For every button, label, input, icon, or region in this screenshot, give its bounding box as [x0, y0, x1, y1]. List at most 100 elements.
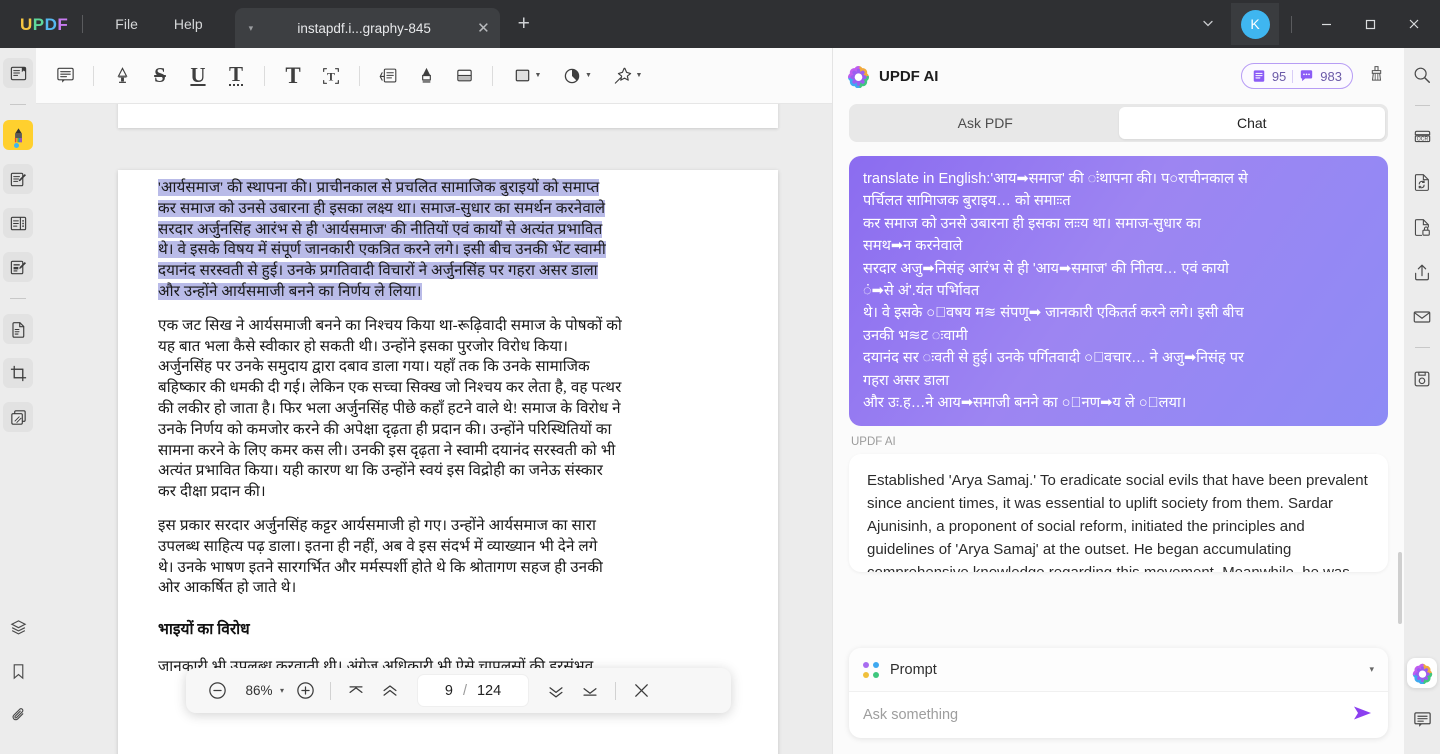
squiggly-underline-icon[interactable]: T: [217, 58, 255, 94]
new-tab-button[interactable]: +: [518, 12, 530, 36]
title-bar: UPDF File Help ▾ instapdf.i...graphy-845…: [0, 0, 1440, 48]
send-message-button[interactable]: [1342, 704, 1374, 727]
rail-divider-2: [10, 298, 26, 299]
tab-chat[interactable]: Chat: [1118, 107, 1385, 139]
zoom-dropdown-caret-icon[interactable]: ▾: [280, 686, 284, 695]
shape-dropdown-caret-icon[interactable]: ▼: [535, 72, 542, 79]
convert-file-icon[interactable]: [1407, 167, 1437, 197]
user-message-line: सरदार अजु➡निसंह आरंभ से ही 'आय➡समाज' की …: [863, 260, 1229, 277]
stamp-color-icon[interactable]: ▼: [552, 58, 602, 94]
pdf-paragraph-1[interactable]: 'आर्यसमाज' की स्थापना की। प्राचीनकाल से …: [158, 178, 742, 303]
sticky-note-icon[interactable]: [46, 58, 84, 94]
prompt-selector[interactable]: Prompt ▾: [849, 648, 1388, 692]
underline-icon[interactable]: U: [179, 58, 217, 94]
tab-ask-pdf[interactable]: Ask PDF: [852, 107, 1119, 139]
user-message-line: दयानंद सर ःवती से हुई। उनके पर्गितवादी ○…: [863, 350, 1244, 367]
ai-credits-badge[interactable]: 95 983: [1240, 63, 1353, 89]
sidebar-organize-pages-icon[interactable]: [3, 208, 33, 238]
text-line: इस प्रकार सरदार अर्जुनसिंह कट्टर आर्यसमा…: [158, 516, 597, 534]
zoom-level-value[interactable]: 86%: [242, 683, 276, 698]
updf-ai-panel: UPDF AI 95 983 Ask PDF Chat translate in…: [832, 48, 1404, 754]
toolbar-divider-1: [93, 65, 94, 86]
callout-icon[interactable]: [369, 58, 407, 94]
eraser-icon[interactable]: [445, 58, 483, 94]
protect-lock-icon[interactable]: [1407, 212, 1437, 242]
next-page-button[interactable]: [539, 674, 573, 708]
sidebar-reader-icon[interactable]: [3, 58, 33, 88]
pencil-icon[interactable]: [407, 58, 445, 94]
account-avatar-button[interactable]: K: [1231, 3, 1279, 45]
save-floppy-icon[interactable]: [1407, 364, 1437, 394]
text-comment-icon[interactable]: T: [274, 58, 312, 94]
text-line: थे। उनके भाषण इतने सारगर्भित और मर्मस्पर…: [158, 558, 603, 576]
text-line: उनके निर्णय को कमजोर करने की अपेक्षा दृढ…: [158, 420, 612, 438]
zoom-out-button[interactable]: [200, 674, 234, 708]
selected-text-line: और उन्होंने आर्यसमाजी बनने का निर्णय ले …: [158, 282, 422, 300]
close-navbar-button[interactable]: [624, 674, 658, 708]
tab-caret-icon: ▾: [248, 22, 254, 33]
chevron-down-icon[interactable]: [1185, 16, 1231, 33]
comment-bubble-icon[interactable]: [1407, 704, 1437, 734]
shape-rectangle-icon[interactable]: ▼: [502, 58, 552, 94]
left-sidebar: [0, 48, 36, 754]
prompt-dropdown-caret-icon[interactable]: ▾: [1369, 664, 1374, 675]
minimize-button[interactable]: [1304, 4, 1348, 44]
text-box-icon[interactable]: T: [312, 58, 350, 94]
chat-message-list[interactable]: translate in English:'आय➡समाज' की ःंथापन…: [833, 142, 1404, 638]
share-upload-icon[interactable]: [1407, 257, 1437, 287]
ai-response-bubble: Established 'Arya Samaj.' To eradicate s…: [849, 454, 1388, 573]
updf-ai-logo-icon: [847, 65, 870, 88]
page-slash: /: [462, 682, 467, 699]
right-sidebar: OCR: [1404, 48, 1440, 754]
clear-chat-broom-icon[interactable]: [1367, 64, 1386, 88]
sidebar-form-sign-icon[interactable]: [3, 252, 33, 282]
sticker-dropdown-caret-icon[interactable]: ▼: [636, 72, 643, 79]
pdf-paragraph-2[interactable]: एक जट सिख ने आर्यसमाजी बनने का निश्चय कि…: [158, 316, 742, 503]
attachment-paperclip-icon[interactable]: [3, 700, 33, 730]
previous-page-button[interactable]: [373, 674, 407, 708]
close-window-button[interactable]: [1392, 4, 1436, 44]
avatar: K: [1240, 9, 1270, 39]
last-page-button[interactable]: [573, 674, 607, 708]
page-number-input[interactable]: 9 / 124: [417, 674, 530, 707]
text-line: यह बात भला कैसे स्वीकार हो सकती थी। उन्ह…: [158, 337, 569, 355]
layers-icon[interactable]: [3, 612, 33, 642]
sidebar-crop-page-icon[interactable]: [3, 358, 33, 388]
user-message-line: समथ➡न करनेवाले: [863, 238, 963, 255]
text-line: की लकीर हो जाता है। फिर भला अर्जुनसिंह प…: [158, 399, 621, 417]
document-tab[interactable]: ▾ instapdf.i...graphy-845 ✕: [234, 8, 500, 48]
previous-page-edge: [118, 104, 778, 128]
close-tab-icon[interactable]: ✕: [477, 19, 490, 37]
user-message-line: थे। वे इसके ○िवषय म≋ संपणू➡ जानकारी एकित…: [863, 305, 1244, 322]
pin-sticker-icon[interactable]: ▼: [602, 58, 652, 94]
maximize-button[interactable]: [1348, 4, 1392, 44]
pdf-page[interactable]: 'आर्यसमाज' की स्थापना की। प्राचीनकाल से …: [118, 170, 778, 754]
bookmark-icon[interactable]: [3, 656, 33, 686]
ocr-icon[interactable]: OCR: [1407, 122, 1437, 152]
selected-text-line: 'आर्यसमाज' की स्थापना की। प्राचीनकाल से …: [158, 179, 600, 196]
menu-help[interactable]: Help: [156, 0, 221, 48]
user-message-line: कर समाज को उनसे उबारना ही इसका लःःय था। …: [863, 215, 1201, 232]
titlebar-divider: [82, 15, 84, 33]
user-message-line: ं➡से अं'.यंत पर्भािवत: [863, 283, 980, 300]
sidebar-convert-pdf-icon[interactable]: [3, 314, 33, 344]
document-viewport[interactable]: 'आर्यसमाज' की स्थापना की। प्राचीनकाल से …: [36, 104, 832, 754]
highlighter-icon[interactable]: [103, 58, 141, 94]
page-navigation-bar: 86% ▾ 9 / 124: [186, 668, 731, 713]
email-envelope-icon[interactable]: [1407, 302, 1437, 332]
search-icon[interactable]: [1407, 60, 1437, 90]
stamp-dropdown-caret-icon[interactable]: ▼: [585, 72, 592, 79]
sidebar-batch-icon[interactable]: [3, 402, 33, 432]
chat-scrollbar[interactable]: [1398, 552, 1402, 624]
updf-ai-icon[interactable]: [1407, 658, 1437, 688]
svg-text:T: T: [327, 69, 335, 83]
menu-file[interactable]: File: [97, 0, 156, 48]
zoom-in-button[interactable]: [288, 674, 322, 708]
sidebar-edit-pdf-icon[interactable]: [3, 164, 33, 194]
strikethrough-icon[interactable]: S: [141, 58, 179, 94]
ask-input[interactable]: [863, 707, 1342, 723]
pdf-paragraph-3[interactable]: इस प्रकार सरदार अर्जुनसिंह कट्टर आर्यसमा…: [158, 516, 742, 599]
text-line: कर दीक्षा प्रदान की।: [158, 483, 266, 501]
first-page-button[interactable]: [339, 674, 373, 708]
total-pages-value: 124: [476, 682, 502, 699]
